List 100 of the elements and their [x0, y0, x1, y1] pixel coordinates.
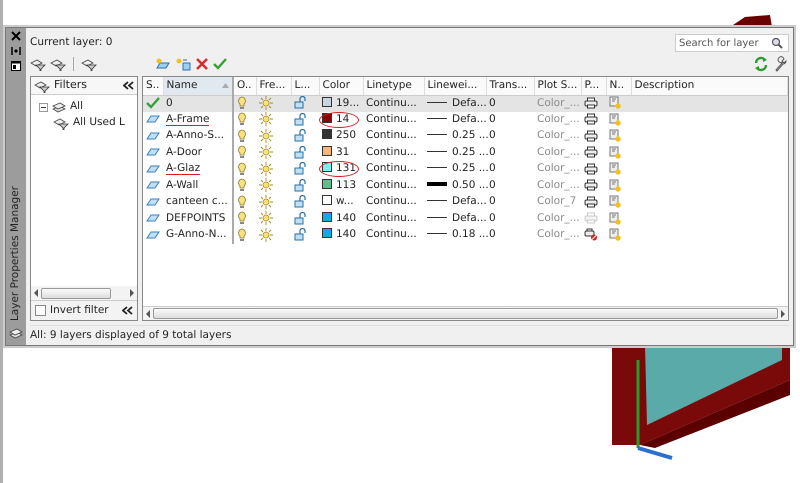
layers-icon[interactable]	[9, 327, 23, 340]
unlocked-icon[interactable]	[294, 178, 308, 192]
no-plot-icon[interactable]	[584, 228, 598, 241]
column-header[interactable]: Trans...	[486, 77, 534, 95]
unlocked-icon[interactable]	[294, 129, 308, 142]
search-icon[interactable]	[771, 37, 783, 49]
layer-name: A-Frame	[166, 112, 210, 126]
column-header[interactable]: Plot S...	[534, 77, 581, 95]
column-header[interactable]: P...	[581, 77, 606, 95]
color-swatch[interactable]	[322, 146, 332, 156]
layer-states-icon[interactable]	[81, 57, 97, 71]
layer-row[interactable]: A-Glaz 131 Continu... 0.25 ...0 Color_...	[143, 161, 788, 178]
column-header[interactable]: Description	[631, 77, 788, 95]
sun-icon[interactable]	[259, 211, 273, 225]
autohide-icon[interactable]	[11, 46, 21, 56]
settings-icon[interactable]	[773, 56, 789, 72]
sun-icon[interactable]	[259, 96, 273, 110]
scroll-right-icon[interactable]	[780, 310, 786, 318]
column-header[interactable]: Linetype	[363, 77, 424, 95]
color-swatch[interactable]	[322, 96, 332, 107]
printer-icon[interactable]	[584, 130, 598, 142]
filter-icon[interactable]	[34, 78, 50, 92]
new-layer-icon[interactable]	[155, 57, 171, 71]
delete-icon[interactable]	[195, 57, 209, 71]
scroll-right-icon[interactable]	[129, 289, 135, 297]
lightbulb-icon[interactable]	[237, 112, 247, 126]
layer-row[interactable]: canteen c... w... Continu... Defa... 0 Color_7	[143, 194, 788, 210]
sun-icon[interactable]	[259, 128, 273, 142]
layer-row[interactable]: A-Wall 113 Continu... 0.50 ...0 Color_...	[143, 178, 788, 194]
layer-row[interactable]: 0 19... Continu... Defa... 0 Color_...	[143, 95, 788, 112]
plot-style-cell-text: Color_...	[536, 161, 581, 176]
layer-name: 0	[166, 96, 173, 109]
printer-icon[interactable]	[584, 179, 598, 191]
color-swatch[interactable]	[322, 228, 332, 238]
sun-icon[interactable]	[259, 145, 273, 159]
unlocked-icon[interactable]	[294, 146, 308, 158]
unlocked-icon[interactable]	[294, 96, 308, 110]
unlocked-icon[interactable]	[294, 162, 308, 175]
scroll-thumb[interactable]	[41, 288, 111, 298]
close-icon[interactable]	[11, 31, 21, 41]
lightbulb-icon[interactable]	[237, 194, 247, 208]
lightbulb-icon[interactable]	[237, 211, 247, 225]
unlocked-icon[interactable]	[294, 112, 308, 126]
lightbulb-icon[interactable]	[237, 162, 247, 176]
sun-icon[interactable]	[259, 194, 273, 208]
printer-icon[interactable]	[584, 146, 598, 158]
transparency-cell: 0	[486, 161, 534, 178]
layer-row[interactable]: G-Anno-N... 140 Continu... 0.18 ...0 Color_...	[143, 227, 788, 244]
column-header[interactable]: Color	[319, 77, 363, 95]
layer-row[interactable]: DEFPOINTS 140 Continu... Defa... 0 Color_...	[143, 210, 788, 227]
column-header[interactable]: S..	[143, 77, 163, 95]
layer-row[interactable]: A-Door 31 Continu... 0.25 ...0 Color_...	[143, 144, 788, 161]
printer-icon[interactable]	[584, 162, 598, 174]
invert-filter-checkbox[interactable]	[35, 305, 46, 316]
tree-item[interactable]: All	[70, 99, 84, 115]
lightbulb-icon[interactable]	[237, 145, 247, 159]
sun-icon[interactable]	[259, 162, 273, 176]
filter-icon[interactable]	[53, 116, 69, 130]
sun-icon[interactable]	[259, 112, 273, 126]
lightbulb-icon[interactable]	[237, 128, 247, 142]
color-swatch[interactable]	[322, 162, 332, 172]
search-field[interactable]: Search for layer	[675, 34, 789, 52]
set-current-icon[interactable]	[213, 58, 227, 70]
layer-row[interactable]: A-Anno-S... 250 Continu... 0.25 ...0 Color_...	[143, 128, 788, 144]
transparency-cell: 0	[486, 144, 534, 161]
scroll-left-icon[interactable]	[33, 289, 39, 297]
lightbulb-icon[interactable]	[237, 228, 247, 242]
collapse-icon[interactable]	[123, 81, 134, 90]
layer-row[interactable]: A-Frame 14 Continu... Defa... 0 Color_...	[143, 112, 788, 128]
sun-icon[interactable]	[259, 228, 273, 242]
sun-icon[interactable]	[259, 178, 273, 192]
scroll-thumb[interactable]	[153, 308, 778, 319]
new-filter-icon[interactable]	[30, 57, 46, 71]
column-header[interactable]: Linewei...	[424, 77, 486, 95]
color-swatch[interactable]	[322, 112, 332, 123]
column-header[interactable]: N..	[606, 77, 631, 95]
properties-icon[interactable]	[11, 61, 21, 71]
printer-icon[interactable]	[584, 196, 598, 208]
tree-item[interactable]: All Used L	[73, 115, 125, 131]
collapse-icon[interactable]	[122, 306, 133, 315]
lightbulb-icon[interactable]	[237, 96, 247, 110]
layer-icon	[146, 148, 160, 156]
lightbulb-icon[interactable]	[237, 178, 247, 192]
collapse-node-icon[interactable]	[39, 102, 48, 112]
color-swatch[interactable]	[322, 212, 332, 222]
column-header[interactable]: Name	[163, 77, 233, 95]
column-header[interactable]: Fre...	[256, 77, 291, 95]
refresh-icon[interactable]	[753, 56, 769, 72]
color-swatch[interactable]	[322, 195, 332, 206]
column-header[interactable]: O..	[233, 77, 256, 95]
scroll-left-icon[interactable]	[145, 310, 151, 318]
unlocked-icon[interactable]	[294, 195, 308, 208]
group-filter-icon[interactable]	[50, 57, 66, 71]
unlocked-icon[interactable]	[294, 228, 308, 241]
printer-icon[interactable]	[584, 96, 598, 109]
column-header[interactable]: L...	[291, 77, 319, 95]
color-swatch[interactable]	[322, 178, 332, 189]
color-swatch[interactable]	[322, 129, 332, 140]
unlocked-icon[interactable]	[294, 212, 308, 224]
printer-icon[interactable]	[584, 113, 598, 125]
